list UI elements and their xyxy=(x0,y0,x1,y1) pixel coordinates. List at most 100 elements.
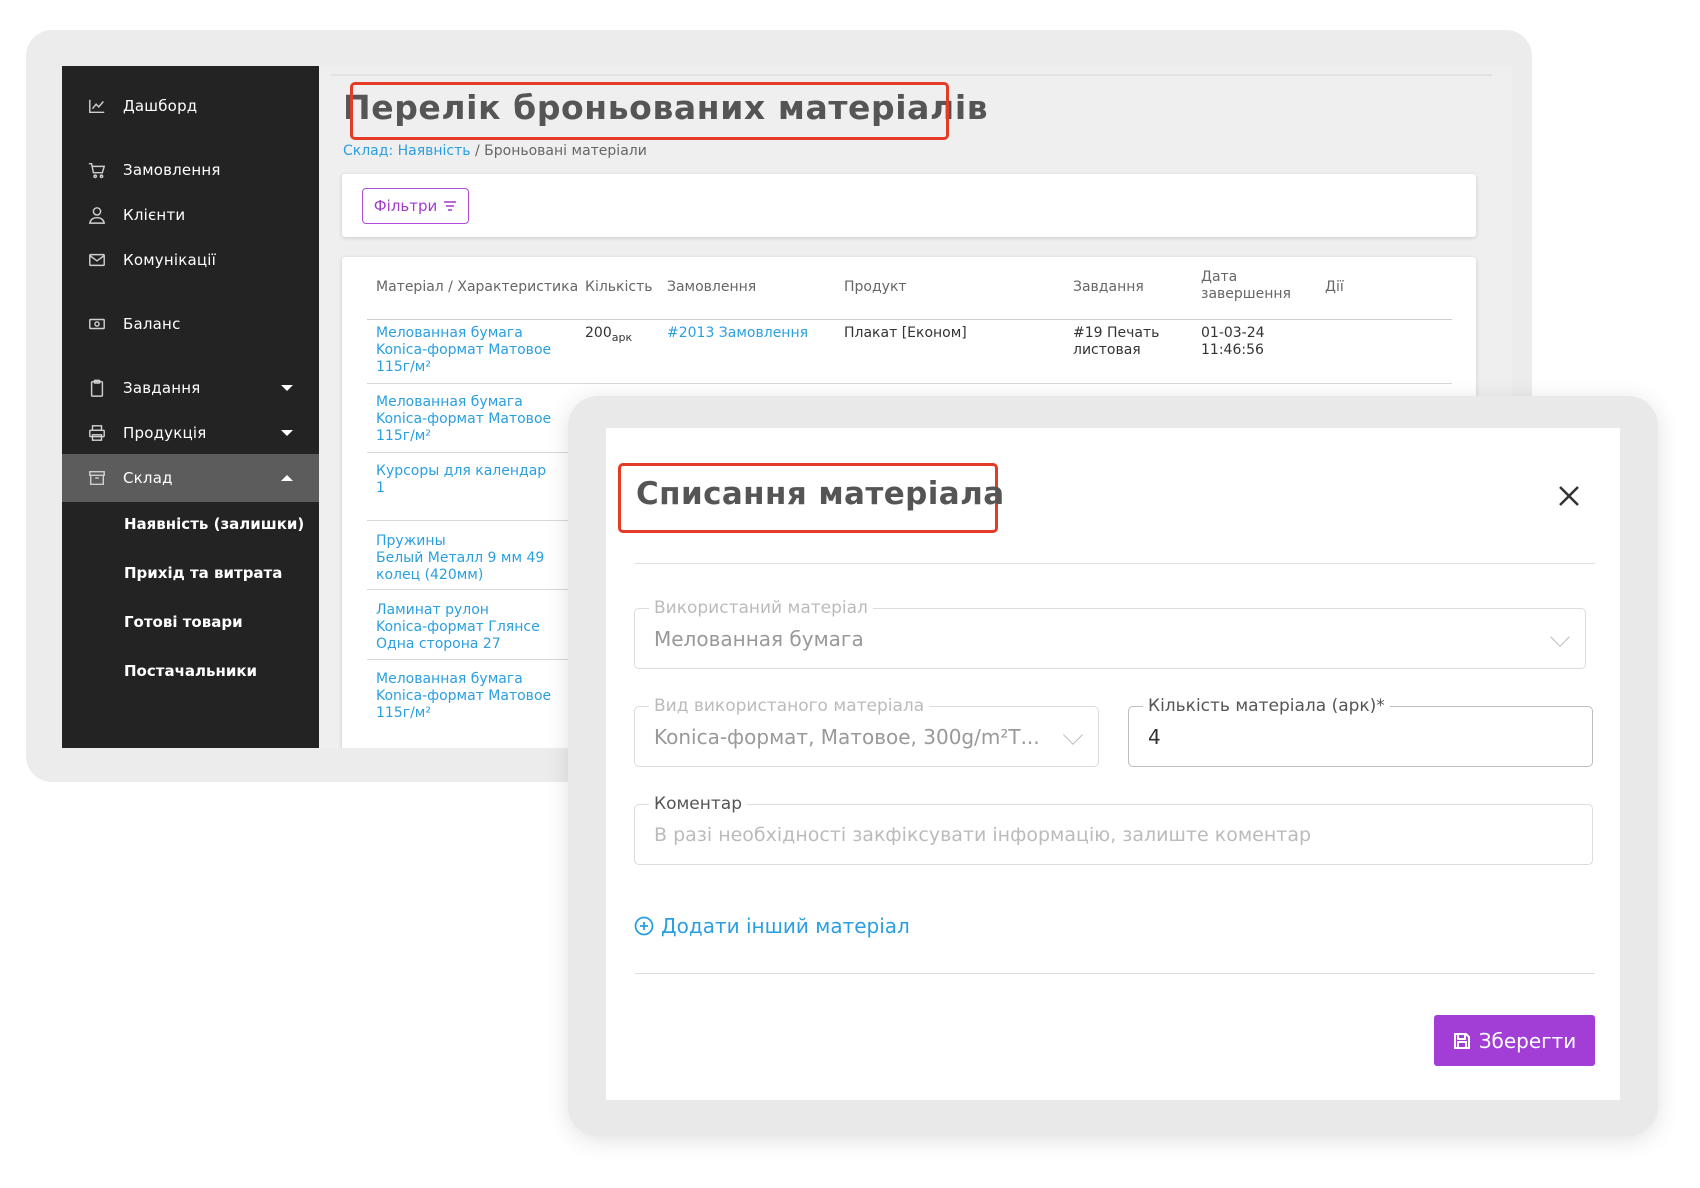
plus-circle-icon xyxy=(634,916,654,936)
modal-title: Списання матеріала xyxy=(636,476,1005,512)
order-link[interactable]: #2013 Замовлення xyxy=(667,325,808,342)
quantity-value: 200 xyxy=(585,325,612,341)
divider xyxy=(635,563,1595,564)
column-header-quantity[interactable]: Кількість xyxy=(585,279,652,296)
column-header-material[interactable]: Матеріал / Характеристика xyxy=(376,279,578,296)
field-value: Konica-формат, Матовое, 300g/m²Т... xyxy=(654,725,1040,749)
filters-button-label: Фільтри xyxy=(373,197,438,215)
add-material-label: Додати інший матеріал xyxy=(661,914,910,938)
sidebar-item-label: Замовлення xyxy=(123,161,221,179)
material-spec-extra: 115г/м² xyxy=(376,705,431,721)
material-link[interactable]: Ламинат рулон Konica-формат Глянсе Одна ст… xyxy=(376,602,540,653)
column-header-order[interactable]: Замовлення xyxy=(667,279,756,296)
column-header-date[interactable]: Дата завершення xyxy=(1201,269,1291,303)
sidebar-item-communications[interactable]: Комунікації xyxy=(62,236,319,284)
sidebar-item-dashboard[interactable]: Дашборд xyxy=(62,82,319,130)
cash-icon xyxy=(87,314,107,334)
breadcrumb-current: Броньовані матеріали xyxy=(484,143,647,159)
row-divider xyxy=(367,383,1452,384)
material-name: Мелованная бумага xyxy=(376,394,523,410)
material-link[interactable]: Пружины Белый Металл 9 мм 49 колец (420мм) xyxy=(376,533,544,584)
column-header-product[interactable]: Продукт xyxy=(844,279,907,296)
sidebar-subitem-income-expense[interactable]: Прихід та витрата xyxy=(62,551,319,595)
date-day: 01-03-24 xyxy=(1201,325,1265,341)
mail-icon xyxy=(87,250,107,270)
close-button[interactable] xyxy=(1554,481,1584,511)
material-spec: Konica-формат Глянсе xyxy=(376,619,540,635)
chevron-down-icon xyxy=(1063,725,1083,745)
breadcrumb-link[interactable]: Склад: Наявність xyxy=(343,143,471,159)
column-header-task[interactable]: Завдання xyxy=(1073,279,1144,296)
divider xyxy=(331,74,1492,76)
material-spec-extra: 115г/м² xyxy=(376,359,431,375)
sidebar-item-balance[interactable]: Баланс xyxy=(62,300,319,348)
archive-icon xyxy=(87,468,107,488)
save-button-label: Зберегти xyxy=(1478,1028,1577,1053)
save-icon xyxy=(1453,1032,1470,1049)
material-link[interactable]: Мелованная бумага Konica-формат Матовое 11… xyxy=(376,671,551,722)
date-cell: 01-03-24 11:46:56 xyxy=(1201,325,1265,359)
quantity-input[interactable]: Кількість матеріала (арк)* 4 xyxy=(1128,696,1593,767)
sidebar-item-tasks[interactable]: Завдання xyxy=(62,364,319,412)
field-placeholder: В разі необхідності закфіксувати інформа… xyxy=(654,824,1312,846)
field-label: Вид використаного матеріала xyxy=(649,696,930,716)
quantity-unit: арк xyxy=(611,330,633,344)
quantity-cell: 200арк xyxy=(585,325,632,346)
material-spec-extra: колец (420мм) xyxy=(376,567,484,583)
cart-icon xyxy=(87,160,107,180)
filters-button[interactable]: Фільтри xyxy=(362,188,469,224)
sidebar: Дашборд Замовлення Клієнти Комунікації Б… xyxy=(62,66,319,748)
material-spec-extra: Одна сторона 27 xyxy=(376,636,501,652)
task-cell: #19 Печать листовая xyxy=(1073,325,1159,359)
table-header-divider xyxy=(367,319,1452,320)
sidebar-subitem-finished-goods[interactable]: Готові товари xyxy=(62,600,319,644)
sidebar-subitem-stock[interactable]: Наявність (залишки) xyxy=(62,502,319,546)
sidebar-item-label: Комунікації xyxy=(123,251,216,269)
filter-icon xyxy=(444,201,457,211)
sidebar-item-label: Баланс xyxy=(123,315,181,333)
write-off-dialog: Списання матеріала Використаний матеріал… xyxy=(606,428,1620,1100)
add-material-link[interactable]: Додати інший матеріал xyxy=(634,914,910,938)
filter-panel: Фільтри xyxy=(342,174,1476,237)
sidebar-subitem-suppliers[interactable]: Постачальники xyxy=(62,649,319,693)
product-cell: Плакат [Економ] xyxy=(844,325,967,341)
divider xyxy=(635,973,1595,974)
task-line2: листовая xyxy=(1073,342,1141,358)
caret-up-icon xyxy=(281,475,293,481)
breadcrumb: Склад: Наявність / Броньовані матеріали xyxy=(343,143,647,159)
chart-icon xyxy=(87,96,107,116)
comment-input[interactable]: Коментар В разі необхідності закфіксуват… xyxy=(634,794,1593,865)
date-time: 11:46:56 xyxy=(1201,342,1264,358)
material-spec: 1 xyxy=(376,480,385,496)
breadcrumb-separator: / xyxy=(470,143,485,159)
clipboard-icon xyxy=(87,378,107,398)
material-name: Курсоры для календар xyxy=(376,463,547,479)
sidebar-item-clients[interactable]: Клієнти xyxy=(62,191,319,239)
sidebar-item-warehouse[interactable]: Склад xyxy=(62,454,319,502)
field-label: Використаний матеріал xyxy=(649,598,873,618)
column-header-date-line1: Дата xyxy=(1201,269,1238,285)
material-link[interactable]: Курсоры для календар 1 xyxy=(376,463,546,497)
user-icon xyxy=(87,205,107,225)
sidebar-item-label: Продукція xyxy=(123,424,207,442)
caret-down-icon xyxy=(281,430,293,436)
material-link[interactable]: Мелованная бумага Konica-формат Матовое 11… xyxy=(376,325,551,376)
sidebar-item-products[interactable]: Продукція xyxy=(62,409,319,457)
material-spec: Konica-формат Матовое xyxy=(376,342,552,358)
field-label: Коментар xyxy=(649,794,747,814)
material-link[interactable]: Мелованная бумага Konica-формат Матовое 11… xyxy=(376,394,551,445)
column-header-date-line2: завершення xyxy=(1201,286,1291,302)
field-label: Кількість матеріала (арк)* xyxy=(1143,696,1390,716)
material-name: Мелованная бумага xyxy=(376,671,523,687)
material-kind-select[interactable]: Вид використаного матеріала Konica-форма… xyxy=(634,696,1099,767)
material-name: Мелованная бумага xyxy=(376,325,523,341)
material-spec: Белый Металл 9 мм 49 xyxy=(376,550,545,566)
used-material-select[interactable]: Використаний матеріал Мелованная бумага xyxy=(634,598,1586,669)
sidebar-item-orders[interactable]: Замовлення xyxy=(62,146,319,194)
material-name: Ламинат рулон xyxy=(376,602,489,618)
sidebar-item-label: Клієнти xyxy=(123,206,186,224)
save-button[interactable]: Зберегти xyxy=(1434,1015,1595,1066)
close-icon xyxy=(1559,486,1579,506)
title-highlight xyxy=(350,82,949,140)
sidebar-item-label: Завдання xyxy=(123,379,201,397)
